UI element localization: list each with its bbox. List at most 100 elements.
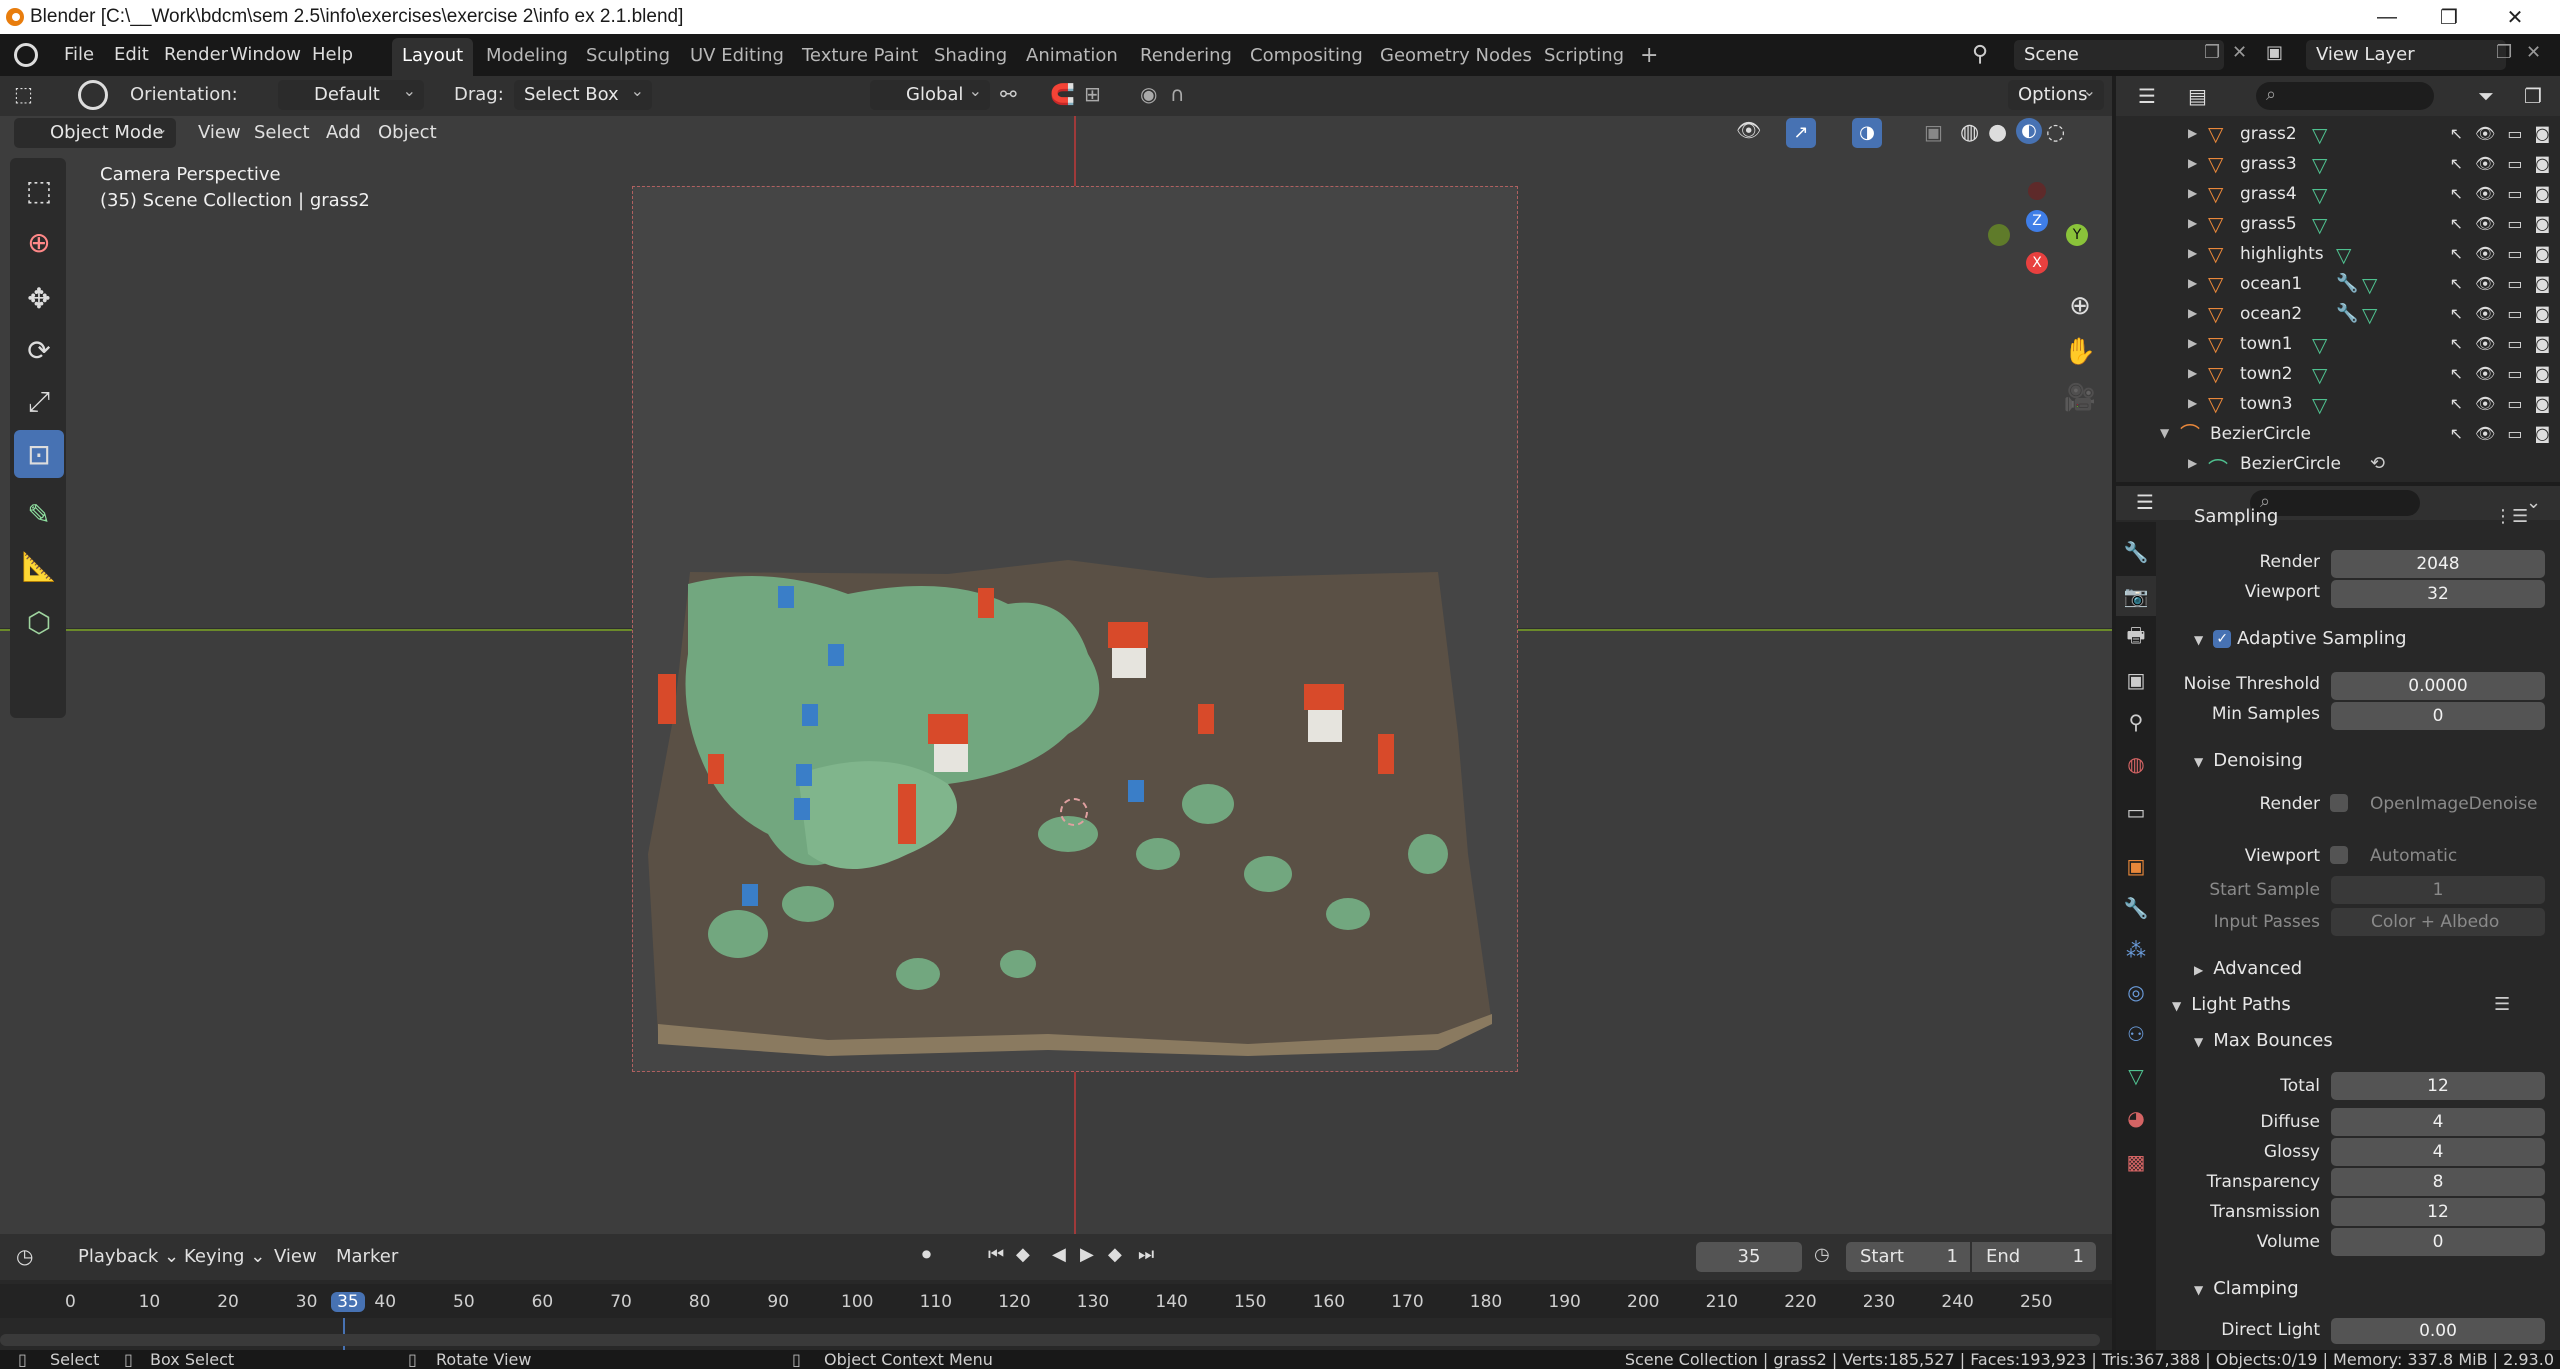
move-tool-icon[interactable]: ✥ [14, 274, 64, 322]
outliner-row[interactable]: ▶ ⌒ BezierCircle ⟲ [2116, 450, 2560, 481]
maximize-icon[interactable]: ❐ [2418, 0, 2480, 34]
render-samples-field[interactable]: 2048 [2331, 550, 2545, 578]
editor-type-icon[interactable]: ☰ [2138, 84, 2156, 108]
denoiser-dropdown[interactable]: OpenImageDenoise [2370, 794, 2537, 814]
bounce-field[interactable]: 12 [2331, 1198, 2545, 1226]
proportional-edit-icon[interactable]: ◉ [1140, 82, 1157, 106]
new-view-layer-icon[interactable]: ❐ [2496, 42, 2512, 63]
menu-help[interactable]: Help [302, 41, 363, 69]
tab-modeling[interactable]: Modeling [476, 38, 578, 76]
constraints-tab-icon[interactable]: ⚇ [2116, 1014, 2156, 1054]
data-tab-icon[interactable]: ▽ [2116, 1056, 2156, 1096]
y-axis-icon[interactable]: Y [2066, 224, 2088, 246]
row-toggles[interactable]: ↖ 👁 ▭ ◙ [2450, 424, 2550, 443]
transform-icon[interactable] [78, 80, 108, 110]
tab-texture-paint[interactable]: Texture Paint [792, 38, 928, 76]
texture-tab-icon[interactable]: ▩ [2116, 1142, 2156, 1182]
material-shading-icon[interactable]: ◐ [2016, 118, 2042, 144]
pan-icon[interactable]: ✋ [2060, 332, 2100, 372]
row-toggles[interactable]: ↖ 👁 ▭ ◙ [2450, 394, 2550, 413]
render-tab-icon[interactable]: 📷 [2116, 576, 2156, 616]
row-toggles[interactable]: ↖ 👁 ▭ ◙ [2450, 304, 2550, 323]
overlay-toggle-icon[interactable]: ◑ [1852, 118, 1882, 148]
tab-shading[interactable]: Shading [924, 38, 1017, 76]
falloff-icon[interactable]: ∩ [1170, 82, 1185, 106]
tool-tab-icon[interactable]: 🔧 [2116, 532, 2156, 572]
row-toggles[interactable]: ↖ 👁 ▭ ◙ [2450, 154, 2550, 173]
tab-sculpting[interactable]: Sculpting [576, 38, 680, 76]
outliner-row[interactable]: ▶ ▽ grass5 ▽ ↖ 👁 ▭ ◙ [2116, 210, 2560, 240]
scene-field[interactable]: Scene [2014, 40, 2224, 70]
delete-scene-icon[interactable]: ✕ [2232, 42, 2247, 63]
scale-tool-icon[interactable]: ⤢ [14, 378, 64, 426]
start-sample-field[interactable]: 1 [2331, 876, 2545, 904]
x-axis-icon[interactable]: X [2026, 252, 2048, 274]
row-toggles[interactable]: ↖ 👁 ▭ ◙ [2450, 214, 2550, 233]
bounce-field[interactable]: 0 [2331, 1228, 2545, 1256]
object-tab-icon[interactable]: ▣ [2116, 846, 2156, 886]
outliner-row[interactable]: ▶ ▽ town1 ▽ ↖ 👁 ▭ ◙ [2116, 330, 2560, 360]
z-axis-icon[interactable]: Z [2026, 210, 2048, 232]
scene-tab-icon[interactable]: ⚲ [2116, 702, 2156, 742]
outliner-row[interactable]: ▶ ▽ town2 ▽ ↖ 👁 ▭ ◙ [2116, 360, 2560, 390]
new-scene-icon[interactable]: ❐ [2204, 42, 2220, 63]
direct-light-field[interactable]: 0.00 [2331, 1318, 2545, 1344]
outliner-row[interactable]: ▶ ▽ ocean2 🔧 ▽ ↖ 👁 ▭ ◙ [2116, 300, 2560, 330]
tab-uv-editing[interactable]: UV Editing [680, 38, 794, 76]
select-box-icon[interactable]: ⬚ [14, 82, 33, 106]
tab-rendering[interactable]: Rendering [1130, 38, 1242, 76]
blender-menu-icon[interactable] [14, 43, 38, 67]
noise-threshold-field[interactable]: 0.0000 [2331, 672, 2545, 700]
outliner-row[interactable]: ▼ ⌒ BezierCircle ↖ 👁 ▭ ◙ [2116, 420, 2560, 450]
solid-shading-icon[interactable]: ● [1988, 120, 2007, 145]
wireframe-shading-icon[interactable]: ◍ [1960, 120, 1979, 145]
properties-options-icon[interactable]: ⌄ [2526, 492, 2541, 513]
drag-dropdown[interactable]: Select Box [514, 76, 652, 110]
minimize-icon[interactable]: — [2356, 0, 2418, 34]
row-toggles[interactable]: ↖ 👁 ▭ ◙ [2450, 244, 2550, 263]
outliner-row[interactable]: ▶ ▽ highlights ▽ ↖ 👁 ▭ ◙ [2116, 240, 2560, 270]
camera-view-icon[interactable]: 🎥 [2060, 378, 2100, 418]
transform-space-dropdown[interactable]: Global [870, 76, 990, 110]
properties-editor-type-icon[interactable]: ☰ [2136, 490, 2154, 514]
denoising-render-checkbox[interactable] [2330, 794, 2348, 812]
adaptive-sampling-header[interactable]: ▼ ✓ Adaptive Sampling [2194, 628, 2407, 649]
object-mode-dropdown[interactable]: Object Mode [14, 114, 176, 148]
clamping-header[interactable]: ▼ Clamping [2194, 1278, 2299, 1299]
viewport-denoiser-dropdown[interactable]: Automatic [2370, 846, 2457, 866]
particles-tab-icon[interactable]: ⁂ [2116, 930, 2156, 970]
row-toggles[interactable]: ↖ 👁 ▭ ◙ [2450, 274, 2550, 293]
light-paths-presets-icon[interactable]: ☰ [2494, 994, 2510, 1015]
close-icon[interactable]: ✕ [2484, 0, 2546, 34]
bounce-field[interactable]: 4 [2331, 1108, 2545, 1136]
select-tool-icon[interactable]: ⬚ [14, 166, 64, 214]
filter-icon[interactable]: ⏷ [2478, 84, 2494, 108]
viewport-menu-view[interactable]: View [192, 118, 247, 148]
denoising-viewport-checkbox[interactable] [2330, 846, 2348, 864]
physics-tab-icon[interactable]: ◎ [2116, 972, 2156, 1012]
delete-view-layer-icon[interactable]: ✕ [2526, 42, 2541, 63]
tab-scripting[interactable]: Scripting [1534, 38, 1634, 76]
collection-tab-icon[interactable]: ▭ [2116, 792, 2156, 832]
gizmo-toggle-icon[interactable]: ↗ [1786, 118, 1816, 148]
cursor-tool-icon[interactable]: ⊕ [14, 218, 64, 266]
snap-icon[interactable]: 🧲 [1050, 82, 1075, 106]
bounce-field[interactable]: 4 [2331, 1138, 2545, 1166]
row-toggles[interactable]: ↖ 👁 ▭ ◙ [2450, 124, 2550, 143]
3d-cursor-icon[interactable] [1060, 798, 1088, 826]
visibility-icon[interactable]: 👁 [1736, 118, 1761, 142]
display-mode-icon[interactable]: ▤ [2188, 84, 2207, 108]
annotate-tool-icon[interactable]: ✎ [14, 490, 64, 538]
max-bounces-header[interactable]: ▼ Max Bounces [2194, 1030, 2333, 1051]
tab-animation[interactable]: Animation [1016, 38, 1128, 76]
material-tab-icon[interactable]: ◕ [2116, 1098, 2156, 1138]
zoom-icon[interactable]: ⊕ [2060, 286, 2100, 326]
sampling-presets-icon[interactable]: ⋮☰ [2494, 506, 2528, 527]
adaptive-sampling-checkbox[interactable]: ✓ [2213, 630, 2232, 648]
add-workspace-icon[interactable]: + [1630, 38, 1668, 76]
view-layer-tab-icon[interactable]: ▣ [2116, 660, 2156, 700]
snap-target-icon[interactable]: ⊞ [1084, 82, 1101, 106]
menu-edit[interactable]: Edit [104, 41, 159, 69]
new-collection-icon[interactable]: ❐ [2524, 84, 2542, 108]
viewport-menu-select[interactable]: Select [248, 118, 316, 148]
